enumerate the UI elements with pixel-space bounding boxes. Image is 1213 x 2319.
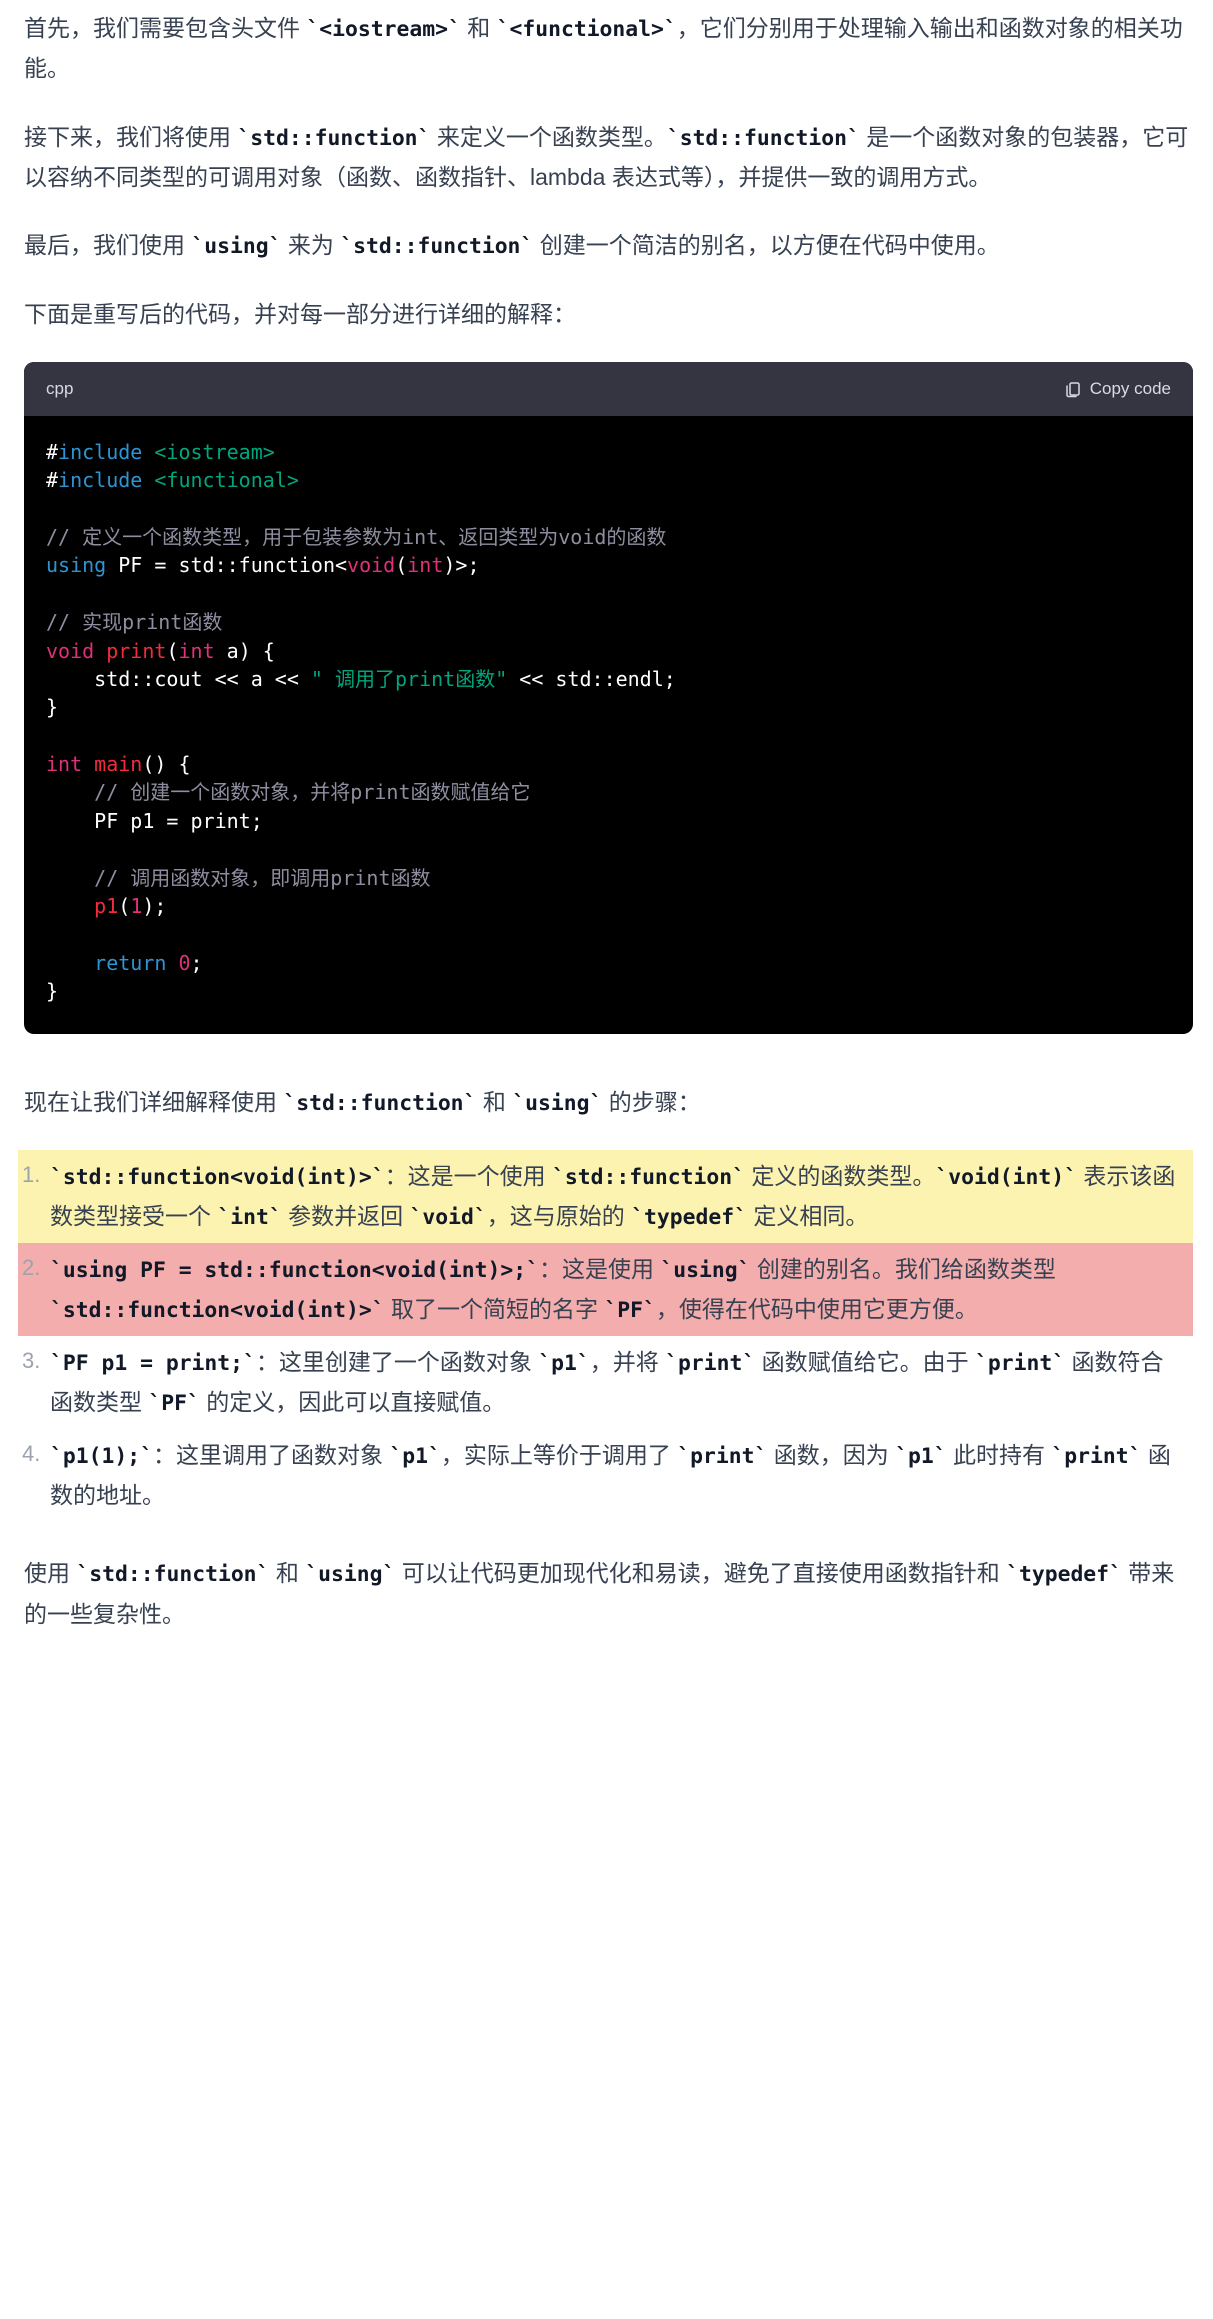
inline-code: `p1` xyxy=(389,1444,440,1469)
text: 可以让代码更加现代化和易读，避免了直接使用函数指针和 xyxy=(395,1560,1006,1586)
copy-code-button[interactable]: Copy code xyxy=(1064,374,1171,404)
text: 和 xyxy=(269,1560,305,1586)
inline-code: `p1(1);` xyxy=(50,1444,153,1469)
inline-code: `std::function<void(int)>` xyxy=(50,1165,385,1190)
text: 定义相同。 xyxy=(747,1203,868,1229)
inline-code: `<functional>` xyxy=(497,17,677,42)
code-block: cpp Copy code #include <iostream> #inclu… xyxy=(24,362,1193,1034)
text: ：这是一个使用 xyxy=(385,1163,552,1189)
clipboard-icon xyxy=(1064,380,1082,398)
inline-code: `p1` xyxy=(538,1351,589,1376)
inline-code: `p1` xyxy=(895,1444,946,1469)
steps-list: `std::function<void(int)>`：这是一个使用 `std::… xyxy=(24,1150,1193,1521)
text: ：这里调用了函数对象 xyxy=(153,1442,389,1468)
text: 函数赋值给它。由于 xyxy=(755,1349,975,1375)
text: 最后，我们使用 xyxy=(24,232,191,258)
inline-code: `int` xyxy=(217,1205,281,1230)
text: ：这里创建了一个函数对象 xyxy=(256,1349,538,1375)
text: 取了一个简短的名字 xyxy=(385,1296,605,1322)
inline-code: `print` xyxy=(975,1351,1065,1376)
code-block-header: cpp Copy code xyxy=(24,362,1193,416)
paragraph-6: 使用 `std::function` 和 `using` 可以让代码更加现代化和… xyxy=(24,1553,1193,1634)
inline-code: `print` xyxy=(665,1351,755,1376)
text: 现在让我们详细解释使用 xyxy=(24,1089,283,1115)
inline-code: `<iostream>` xyxy=(306,17,460,42)
inline-code: `std::function<void(int)>` xyxy=(50,1298,385,1323)
text: 使用 xyxy=(24,1560,76,1586)
code-language-label: cpp xyxy=(46,374,73,404)
inline-code: `print` xyxy=(1051,1444,1141,1469)
inline-code: `using` xyxy=(512,1091,602,1116)
code-content: #include <iostream> #include <functional… xyxy=(24,416,1193,1034)
inline-code: `using` xyxy=(305,1562,395,1587)
inline-code: `std::function` xyxy=(552,1165,745,1190)
inline-code: `PF p1 = print;` xyxy=(50,1351,256,1376)
text: ，这与原始的 xyxy=(487,1203,631,1229)
text: ，使得在代码中使用它更方便。 xyxy=(656,1296,978,1322)
inline-code: `std::function` xyxy=(237,126,430,151)
paragraph-2: 接下来，我们将使用 `std::function` 来定义一个函数类型。`std… xyxy=(24,117,1193,198)
text: 函数，因为 xyxy=(767,1442,895,1468)
inline-code: `void` xyxy=(410,1205,487,1230)
inline-code: `PF` xyxy=(604,1298,655,1323)
text: 首先，我们需要包含头文件 xyxy=(24,15,306,41)
inline-code: `typedef` xyxy=(631,1205,747,1230)
text: 的步骤： xyxy=(602,1089,700,1115)
inline-code: `void(int)` xyxy=(935,1165,1077,1190)
step-2: `using PF = std::function<void(int)>;`：这… xyxy=(18,1243,1193,1336)
text: 接下来，我们将使用 xyxy=(24,124,237,150)
paragraph-5: 现在让我们详细解释使用 `std::function` 和 `using` 的步… xyxy=(24,1082,1193,1122)
text: 创建的别名。我们给函数类型 xyxy=(751,1256,1056,1282)
text: 来定义一个函数类型。 xyxy=(430,124,666,150)
inline-code: `typedef` xyxy=(1006,1562,1122,1587)
inline-code: `std::function` xyxy=(76,1562,269,1587)
inline-code: `print` xyxy=(677,1444,767,1469)
inline-code: `PF` xyxy=(148,1391,199,1416)
text: 此时持有 xyxy=(947,1442,1052,1468)
text: 参数并返回 xyxy=(282,1203,410,1229)
text: 和 xyxy=(476,1089,512,1115)
copy-code-label: Copy code xyxy=(1090,374,1171,404)
step-4: `p1(1);`：这里调用了函数对象 `p1`，实际上等价于调用了 `print… xyxy=(18,1429,1193,1522)
text: 来为 xyxy=(281,232,340,258)
step-3: `PF p1 = print;`：这里创建了一个函数对象 `p1`，并将 `pr… xyxy=(18,1336,1193,1429)
text: 和 xyxy=(461,15,497,41)
paragraph-3: 最后，我们使用 `using` 来为 `std::function` 创建一个简… xyxy=(24,225,1193,265)
inline-code: `std::function` xyxy=(283,1091,476,1116)
step-1: `std::function<void(int)>`：这是一个使用 `std::… xyxy=(18,1150,1193,1243)
text: 定义的函数类型。 xyxy=(745,1163,935,1189)
inline-code: `using` xyxy=(191,234,281,259)
text: ，并将 xyxy=(590,1349,665,1375)
inline-code: `using` xyxy=(660,1258,750,1283)
inline-code: `std::function` xyxy=(667,126,860,151)
text: 的定义，因此可以直接赋值。 xyxy=(200,1389,505,1415)
inline-code: `using PF = std::function<void(int)>;` xyxy=(50,1258,539,1283)
paragraph-1: 首先，我们需要包含头文件 `<iostream>` 和 `<functional… xyxy=(24,8,1193,89)
text: ：这是使用 xyxy=(539,1256,660,1282)
inline-code: `std::function` xyxy=(340,234,533,259)
paragraph-4: 下面是重写后的代码，并对每一部分进行详细的解释： xyxy=(24,294,1193,334)
text: ，实际上等价于调用了 xyxy=(441,1442,677,1468)
text: 创建一个简洁的别名，以方便在代码中使用。 xyxy=(533,232,999,258)
